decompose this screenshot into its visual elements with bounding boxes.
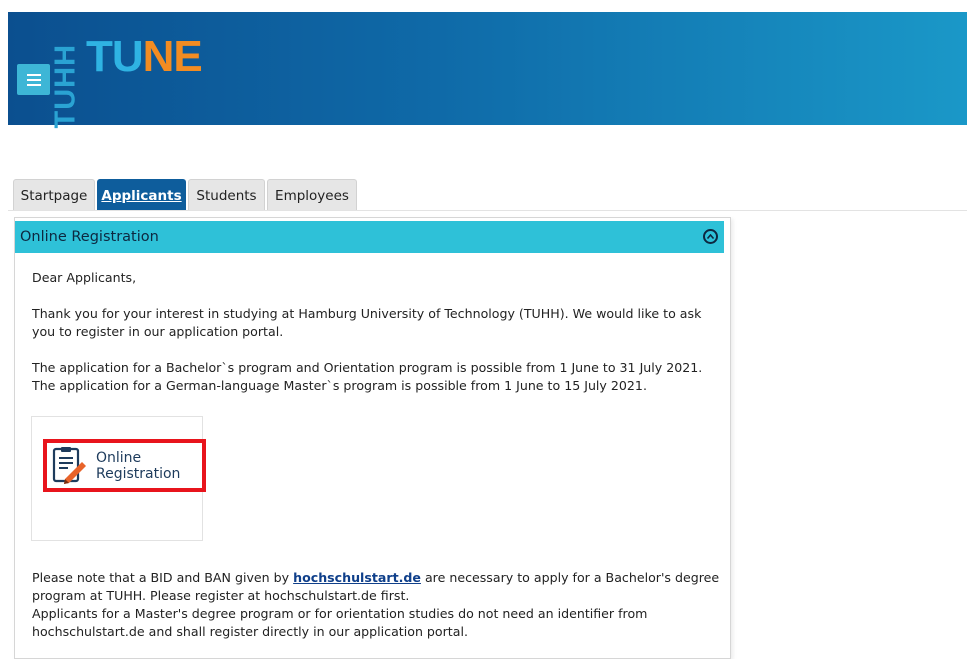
- bachelor-dates-text: The application for a Bachelor`s program…: [32, 360, 703, 375]
- logo-tune-text: TUNE: [86, 32, 203, 81]
- hochschulstart-link[interactable]: hochschulstart.de: [293, 570, 421, 585]
- tab-employees[interactable]: Employees: [267, 179, 357, 211]
- master-note: Applicants for a Master's degree program…: [32, 606, 648, 639]
- online-registration-panel: Online Registration Dear Applicants, Tha…: [14, 217, 731, 659]
- tab-applicants[interactable]: Applicants: [97, 179, 186, 211]
- top-banner: TUHH TUNE: [8, 12, 967, 129]
- intro-paragraph: Thank you for your interest in studying …: [32, 306, 702, 339]
- registration-label: Online Registration: [96, 449, 181, 482]
- panel-header: Online Registration: [15, 221, 724, 253]
- bid-ban-note: Please note that a BID and BAN given by h…: [32, 570, 720, 603]
- tune-logo[interactable]: TUHH TUNE: [50, 32, 218, 129]
- chevron-up-circle-icon[interactable]: [703, 229, 718, 244]
- hamburger-menu-icon[interactable]: [17, 64, 50, 95]
- master-dates-text: The application for a German-language Ma…: [32, 378, 647, 393]
- registration-form-pencil-icon: [52, 446, 86, 484]
- registration-tile: Online Registration: [31, 416, 206, 541]
- tab-divider: [8, 210, 967, 211]
- tab-startpage[interactable]: Startpage: [13, 179, 95, 211]
- panel-title: Online Registration: [20, 229, 159, 245]
- greeting-text: Dear Applicants,: [32, 270, 137, 285]
- tab-students[interactable]: Students: [188, 179, 265, 211]
- online-registration-button[interactable]: Online Registration: [43, 439, 206, 492]
- logo-tuhh-text: TUHH: [49, 43, 82, 129]
